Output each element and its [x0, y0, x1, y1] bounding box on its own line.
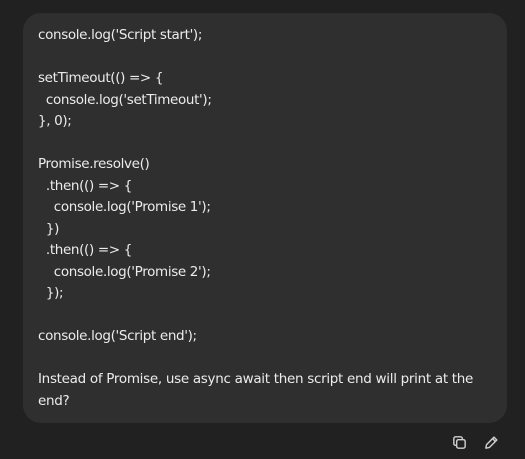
message-question: Instead of Promise, use async await then…	[38, 371, 474, 409]
pencil-icon	[484, 435, 498, 449]
message-line: console.log('Script start');	[38, 27, 203, 43]
message-line: Promise.resolve()	[38, 156, 150, 172]
user-message-bubble: console.log('Script start'); setTimeout(…	[23, 13, 507, 423]
message-actions	[449, 432, 501, 452]
message-line	[38, 348, 493, 370]
message-line: console.log('Promise 2');	[38, 263, 211, 280]
edit-button[interactable]	[481, 432, 501, 452]
copy-button[interactable]	[449, 432, 469, 452]
message-line: setTimeout(() => {	[38, 70, 164, 86]
copy-icon	[452, 435, 466, 449]
message-line: console.log('Promise 1');	[38, 199, 211, 215]
message-line	[38, 133, 493, 155]
message-line: .then(() => {	[38, 242, 132, 258]
message-line: });	[38, 285, 64, 301]
message-line: console.log('Script end');	[38, 328, 197, 344]
message-line: .then(() => {	[38, 177, 132, 194]
message-line: console.log('setTimeout');	[38, 91, 212, 108]
message-line	[38, 47, 493, 69]
message-line	[38, 305, 493, 327]
message-line: }, 0);	[38, 113, 72, 129]
message-line: })	[38, 220, 60, 237]
